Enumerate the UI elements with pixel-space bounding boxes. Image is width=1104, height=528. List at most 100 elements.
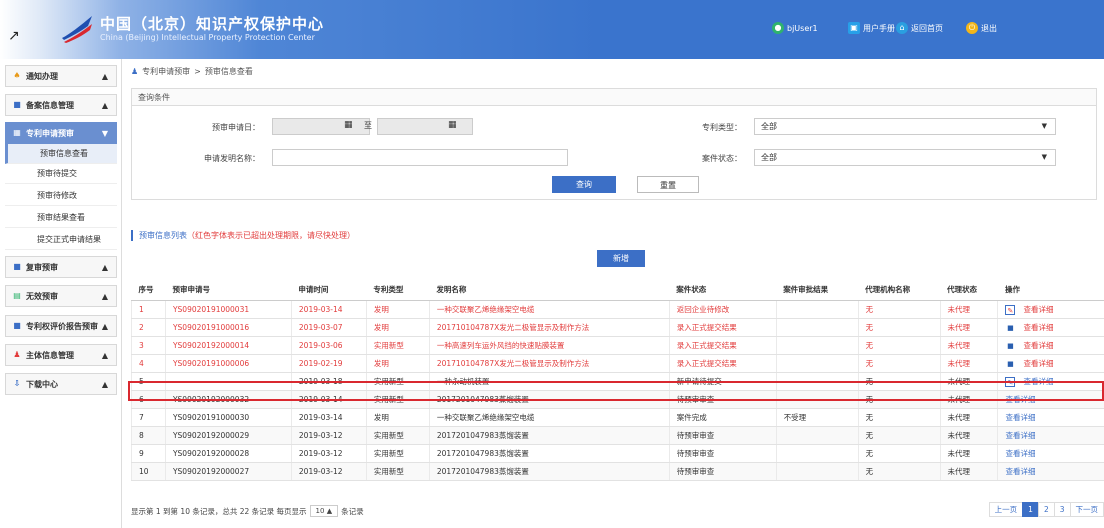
- view-details-link[interactable]: 查看详细: [1023, 305, 1053, 314]
- breadcrumb-parent[interactable]: 专利申请预审: [142, 66, 190, 77]
- cell-agency: 无: [857, 300, 941, 319]
- row-highlight-box: [128, 381, 1104, 401]
- col-header: 操作: [997, 279, 1104, 301]
- username: bjUser1: [787, 23, 818, 33]
- sidebar-sub-view-info[interactable]: 预审信息查看: [5, 144, 117, 164]
- sidebar-sub-results[interactable]: 预审结果查看: [5, 208, 117, 228]
- prev-page-button[interactable]: 上一页: [988, 502, 1024, 517]
- cell-name: 2017201047983蒸馏装置: [428, 444, 670, 463]
- invention-name-input[interactable]: [272, 149, 568, 166]
- view-details-link[interactable]: 查看详细: [1005, 467, 1035, 476]
- chevron-up-icon: ▲: [101, 350, 108, 360]
- calendar-icon[interactable]: ▦: [344, 120, 353, 130]
- cell-app: YS09020192000014: [164, 336, 292, 355]
- sidebar-sub-pending-modify[interactable]: 预审待修改: [5, 186, 117, 206]
- cell-time: 2019-02-19: [290, 354, 367, 373]
- cell-app: YS09020192000028: [164, 444, 292, 463]
- cell-actions: 查看详细: [997, 408, 1104, 427]
- cell-app: YS09020191000006: [164, 354, 292, 373]
- page-button-3[interactable]: 3: [1053, 502, 1071, 517]
- cell-time: 2019-03-06: [290, 336, 367, 355]
- logout-link[interactable]: ⏻ 退出: [966, 22, 997, 34]
- cell-result: [775, 462, 859, 481]
- table-header-row: 序号 预审申请号 申请时间 专利类型 发明名称 案件状态 案件审批结果 代理机构…: [131, 279, 1104, 301]
- cell-type: 发明: [365, 354, 430, 373]
- table-row: 10 YS09020192000027 2019-03-12 实用新型 20172010…: [131, 462, 1104, 481]
- center-logo-icon: [62, 16, 92, 43]
- add-button[interactable]: 新增: [597, 250, 645, 267]
- sidebar-item-entity[interactable]: ♟ 主体信息管理 ▲: [5, 344, 117, 366]
- reset-button[interactable]: 重置: [637, 176, 699, 193]
- cell-type: 发明: [365, 300, 430, 319]
- query-panel: 查询条件 预审申请日： ▦ 至 ▦ 申请发明名称： 专利类型： 全部 ▼ 案件状…: [131, 88, 1097, 200]
- col-header: 专利类型: [366, 279, 430, 301]
- cell-actions: 查看详细: [997, 444, 1104, 463]
- date-start-input[interactable]: [272, 118, 370, 135]
- cell-result: [775, 444, 859, 463]
- search-button[interactable]: 查询: [552, 176, 616, 193]
- view-details-link[interactable]: 查看详细: [1023, 323, 1053, 332]
- view-details-link[interactable]: 查看详细: [1005, 431, 1035, 440]
- sidebar-item-notice[interactable]: ♠ 通知办理 ▲: [5, 65, 117, 87]
- case-status-select[interactable]: 全部 ▼: [754, 149, 1056, 166]
- cell-actions: ■ 查看详细: [997, 318, 1104, 337]
- sidebar-item-reexam[interactable]: ■ 复审预审 ▲: [5, 256, 117, 278]
- home-link[interactable]: ⌂ 返回首页: [896, 22, 943, 34]
- cell-no: 10: [131, 462, 166, 481]
- manual-icon: ▣: [848, 22, 860, 34]
- next-page-button[interactable]: 下一页: [1069, 502, 1104, 517]
- chevron-up-icon: ▲: [101, 262, 108, 272]
- cell-result: [775, 336, 859, 355]
- col-header: 代理状态: [940, 279, 998, 301]
- cell-no: 1: [131, 300, 166, 319]
- cell-astatus: 未代理: [939, 444, 998, 463]
- cell-no: 4: [131, 354, 166, 373]
- cell-agency: 无: [857, 354, 941, 373]
- cell-app: YS09020191000016: [164, 318, 292, 337]
- cell-result: [775, 426, 859, 445]
- person-icon: ♟: [13, 350, 21, 359]
- cell-astatus: 未代理: [939, 354, 998, 373]
- table-row: 9 YS09020192000028 2019-03-12 实用新型 201720104…: [131, 444, 1104, 463]
- sidebar-item-patent-prereview[interactable]: ▦ 专利申请预审 ▼: [5, 122, 117, 144]
- download-icon: ⇩: [13, 379, 21, 388]
- cell-actions: 查看详细: [997, 462, 1104, 481]
- cell-result: [775, 300, 859, 319]
- sidebar-item-filing[interactable]: ■ 备案信息管理 ▲: [5, 94, 117, 116]
- view-details-link[interactable]: 查看详细: [1005, 449, 1035, 458]
- patent-type-select[interactable]: 全部 ▼: [754, 118, 1056, 135]
- page-button-2[interactable]: 2: [1037, 502, 1055, 517]
- edit-icon[interactable]: ✎: [1005, 304, 1016, 315]
- manual-link[interactable]: ▣ 用户手册: [848, 22, 895, 34]
- cell-status: 录入正式提交结果: [668, 354, 777, 373]
- view-details-link[interactable]: 查看详细: [1023, 341, 1053, 350]
- cell-astatus: 未代理: [939, 408, 998, 427]
- sidebar-item-evaluation[interactable]: ■ 专利权评价报告预审 ▲: [5, 315, 117, 337]
- date-label: 预审申请日：: [212, 123, 260, 132]
- sidebar-item-invalid[interactable]: ▤ 无效预审 ▲: [5, 285, 117, 307]
- sidebar-sub-formal-results[interactable]: 提交正式申请结果: [5, 230, 117, 250]
- save-icon[interactable]: ■: [1005, 323, 1015, 333]
- calendar-icon[interactable]: ▦: [448, 120, 457, 130]
- patent-type-value: 全部: [761, 122, 777, 131]
- view-details-link[interactable]: 查看详细: [1005, 413, 1035, 422]
- sidebar-item-download[interactable]: ⇩ 下载中心 ▲: [5, 373, 117, 395]
- page-size-value: 10: [315, 507, 325, 515]
- cell-no: 9: [131, 444, 166, 463]
- cell-result: [775, 318, 859, 337]
- save-icon[interactable]: ■: [1005, 341, 1015, 351]
- sidebar-sub-pending-submit[interactable]: 预审待提交: [5, 164, 117, 184]
- table-row: 7 YS09020191000030 2019-03-14 发明 一种交联聚乙烯绝缘架空…: [131, 408, 1104, 427]
- save-icon[interactable]: ■: [1005, 359, 1015, 369]
- user-menu[interactable]: ● bjUser1: [772, 22, 818, 34]
- col-header: 案件审批结果: [776, 279, 859, 301]
- page-size-select[interactable]: 10 ▲: [309, 505, 339, 517]
- record-count-text: 显示第 1 到第 10 条记录，总共 22 条记录 每页显示: [131, 506, 307, 516]
- page-button-1[interactable]: 1: [1022, 502, 1039, 517]
- date-end-input[interactable]: [377, 118, 473, 135]
- cell-type: 发明: [365, 318, 430, 337]
- view-details-link[interactable]: 查看详细: [1023, 359, 1053, 368]
- cell-status: 案件完成: [668, 408, 777, 427]
- breadcrumb: ♟ 专利申请预审 > 预审信息查看: [131, 66, 253, 77]
- cell-name: 201710104787X发光二极管显示及制作方法: [428, 354, 670, 373]
